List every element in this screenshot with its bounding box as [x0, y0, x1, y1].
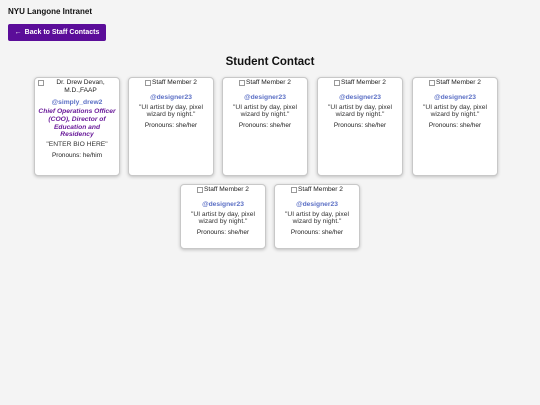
profile-image-alt-text: Staff Member 2 — [246, 79, 291, 86]
contact-bio: "UI artist by day, pixel wizard by night… — [423, 103, 487, 119]
broken-image-icon — [334, 80, 341, 86]
contact-pronouns: Pronouns: she/her — [196, 228, 250, 236]
contact-bio: "UI artist by day, pixel wizard by night… — [328, 103, 392, 119]
contact-card: Staff Member 2 @designer23 "UI artist by… — [412, 77, 498, 176]
contact-handle[interactable]: @designer23 — [416, 94, 494, 102]
broken-image-icon — [197, 187, 204, 193]
contact-card: Staff Member 2 @designer23 "UI artist by… — [222, 77, 308, 176]
profile-image-alt-text: Staff Member 2 — [341, 79, 386, 86]
contact-pronouns: Pronouns: she/her — [428, 121, 482, 129]
profile-image: Staff Member 2 — [132, 79, 210, 87]
profile-image: Staff Member 2 — [416, 79, 494, 87]
profile-image-alt-text: Staff Member 2 — [298, 186, 343, 193]
contact-card: Staff Member 2 @designer23 "UI artist by… — [128, 77, 214, 176]
broken-image-icon — [145, 80, 152, 86]
contact-handle[interactable]: @designer23 — [184, 201, 262, 209]
broken-image-icon — [291, 187, 298, 193]
profile-image: Staff Member 2 — [184, 186, 262, 194]
contact-pronouns: Pronouns: he/him — [51, 151, 103, 159]
contact-pronouns: Pronouns: she/her — [290, 228, 344, 236]
contact-bio: "ENTER BIO HERE" — [46, 141, 108, 148]
site-title: NYU Langone Intranet — [8, 7, 93, 16]
contact-bio: "UI artist by day, pixel wizard by night… — [233, 103, 297, 119]
profile-image: Staff Member 2 — [226, 79, 304, 87]
page-heading: Student Contact — [225, 56, 315, 68]
contact-role: Chief Operations Officer (COO), Director… — [38, 108, 116, 139]
contact-handle[interactable]: @simply_drew2 — [38, 99, 116, 107]
contact-card: Dr. Drew Devan, M.D.,FAAP @simply_drew2 … — [34, 77, 120, 176]
contact-card: Staff Member 2 @designer23 "UI artist by… — [317, 77, 403, 176]
profile-image-alt-text: Staff Member 2 — [204, 186, 249, 193]
contact-pronouns: Pronouns: she/her — [333, 121, 387, 129]
broken-image-icon — [239, 80, 246, 86]
back-to-staff-contacts-button[interactable]: ← Back to Staff Contacts — [8, 24, 106, 41]
arrow-left-icon: ← — [14, 29, 22, 36]
profile-image: Staff Member 2 — [321, 79, 399, 87]
contact-handle[interactable]: @designer23 — [132, 94, 210, 102]
contact-bio: "UI artist by day, pixel wizard by night… — [191, 210, 255, 226]
profile-image-alt-text: Dr. Drew Devan, M.D.,FAAP — [56, 79, 105, 94]
contact-handle[interactable]: @designer23 — [226, 94, 304, 102]
back-button-label: Back to Staff Contacts — [24, 29, 100, 36]
contact-handle[interactable]: @designer23 — [321, 94, 399, 102]
contact-handle[interactable]: @designer23 — [278, 201, 356, 209]
profile-image-alt-text: Staff Member 2 — [152, 79, 197, 86]
broken-image-icon — [38, 80, 44, 86]
contact-card: Staff Member 2 @designer23 "UI artist by… — [180, 184, 266, 249]
profile-image-alt-text: Staff Member 2 — [436, 79, 481, 86]
contact-bio: "UI artist by day, pixel wizard by night… — [285, 210, 349, 226]
profile-image: Staff Member 2 — [278, 186, 356, 194]
broken-image-icon — [429, 80, 436, 86]
contact-pronouns: Pronouns: she/her — [144, 121, 198, 129]
profile-image: Dr. Drew Devan, M.D.,FAAP — [38, 79, 116, 94]
contact-pronouns: Pronouns: she/her — [238, 121, 292, 129]
contact-bio: "UI artist by day, pixel wizard by night… — [139, 103, 203, 119]
contact-card: Staff Member 2 @designer23 "UI artist by… — [274, 184, 360, 249]
